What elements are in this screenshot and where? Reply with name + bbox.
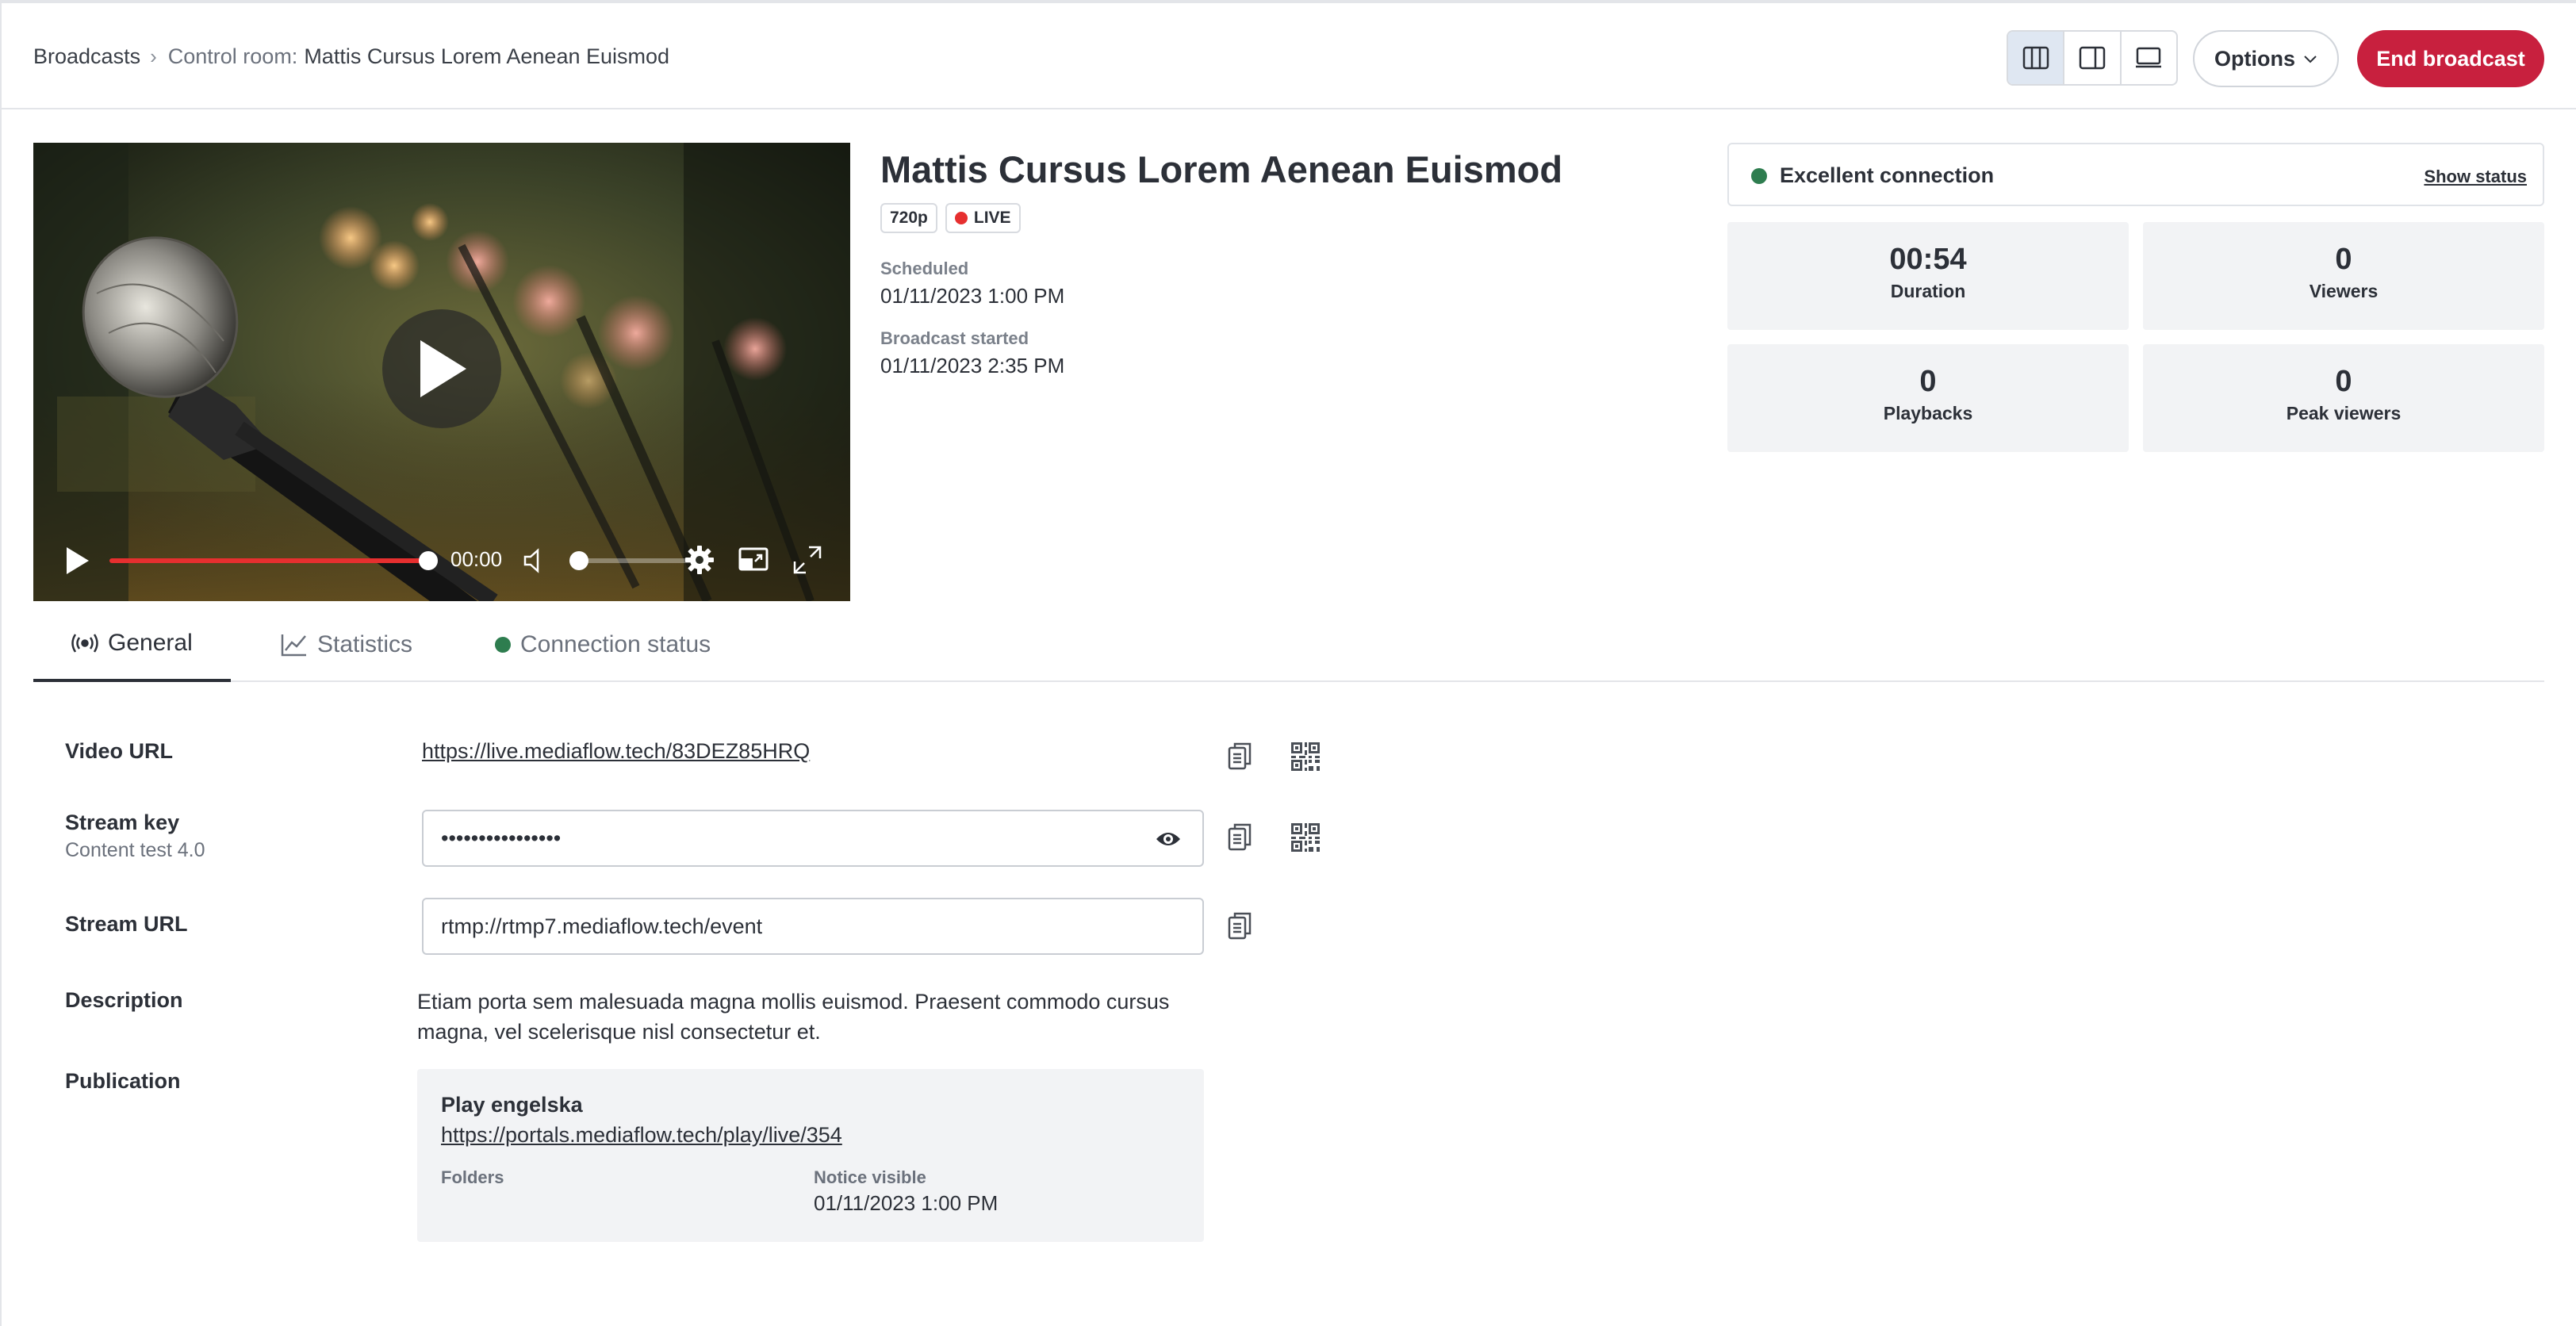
stat-card-playbacks: 0 Playbacks bbox=[1727, 344, 2129, 452]
started-label: Broadcast started bbox=[880, 328, 1029, 348]
scheduled-label: Scheduled bbox=[880, 259, 969, 278]
scheduled-value: 01/11/2023 1:00 PM bbox=[880, 284, 1065, 308]
notice-visible-value: 01/11/2023 1:00 PM bbox=[814, 1191, 999, 1215]
playback-time: 00:00 bbox=[450, 547, 503, 571]
show-status-link[interactable]: Show status bbox=[2424, 167, 2527, 187]
end-broadcast-button[interactable]: End broadcast bbox=[2357, 30, 2544, 87]
copy-stream-url-button[interactable] bbox=[1223, 909, 1258, 944]
breadcrumb-prefix: Control room: bbox=[167, 44, 298, 68]
stat-label: Playbacks bbox=[1883, 403, 1973, 423]
stat-label: Peak viewers bbox=[2286, 403, 2402, 423]
badge-row: 720p LIVE bbox=[880, 203, 1021, 233]
tab-statistics[interactable]: Statistics bbox=[263, 607, 430, 682]
quality-badge: 720p bbox=[880, 203, 937, 233]
stat-label: Duration bbox=[1890, 281, 1966, 301]
publication-link[interactable]: https://portals.mediaflow.tech/play/live… bbox=[441, 1123, 842, 1148]
stream-url-label: Stream URL bbox=[65, 912, 188, 936]
mute-icon[interactable] bbox=[522, 547, 546, 574]
tab-label: General bbox=[108, 630, 193, 656]
stream-key-field[interactable]: •••••••••••••••• bbox=[422, 810, 1204, 867]
monitor-view-button[interactable] bbox=[2122, 32, 2176, 84]
copy-icon bbox=[1228, 912, 1252, 940]
layout-toggle-group bbox=[2007, 30, 2178, 86]
folders-label: Folders bbox=[441, 1167, 504, 1187]
qr-video-url-button[interactable] bbox=[1288, 739, 1323, 774]
qr-stream-key-button[interactable] bbox=[1288, 820, 1323, 855]
monitor-view-icon bbox=[2136, 47, 2162, 68]
columns-view-button[interactable] bbox=[2008, 32, 2065, 84]
breadcrumb-current: Mattis Cursus Lorem Aenean Euismod bbox=[304, 44, 670, 68]
copy-stream-key-button[interactable] bbox=[1223, 820, 1258, 855]
copy-icon bbox=[1228, 823, 1252, 851]
stat-value: 0 bbox=[2335, 243, 2352, 276]
connection-status-text: Excellent connection bbox=[1780, 163, 1995, 187]
tab-connection-status[interactable]: Connection status bbox=[477, 607, 728, 682]
stream-url-value: rtmp://rtmp7.mediaflow.tech/event bbox=[441, 914, 763, 938]
started-value: 01/11/2023 2:35 PM bbox=[880, 354, 1065, 377]
breadcrumb-broadcasts-link[interactable]: Broadcasts bbox=[33, 44, 140, 69]
description-text: Etiam porta sem malesuada magna mollis e… bbox=[417, 990, 1170, 1044]
video-player[interactable]: 00:00 bbox=[33, 143, 850, 601]
options-dropdown-button[interactable]: Options bbox=[2193, 30, 2339, 87]
chevron-down-icon bbox=[2304, 56, 2317, 63]
breadcrumb: Broadcasts › Control room: Mattis Cursus… bbox=[33, 44, 669, 69]
stat-label: Viewers bbox=[2309, 281, 2379, 301]
chevron-right-icon: › bbox=[150, 44, 157, 68]
settings-gear-icon[interactable] bbox=[684, 544, 715, 576]
stat-card-duration: 00:54 Duration bbox=[1727, 222, 2129, 330]
fullscreen-icon[interactable] bbox=[792, 544, 823, 576]
sidebar-view-button[interactable] bbox=[2064, 32, 2122, 84]
stat-value: 0 bbox=[2335, 365, 2352, 398]
video-url-label: Video URL bbox=[65, 739, 174, 763]
publication-title: Play engelska bbox=[441, 1093, 583, 1117]
broadcast-title: Mattis Cursus Lorem Aenean Euismod bbox=[880, 148, 1563, 190]
stat-card-viewers: 0 Viewers bbox=[2143, 222, 2544, 330]
stream-key-value: •••••••••••••••• bbox=[441, 826, 562, 850]
stat-value: 00:54 bbox=[1889, 243, 1967, 276]
tab-bar: General Statistics Connection status bbox=[33, 607, 2544, 682]
stat-card-peak-viewers: 0 Peak viewers bbox=[2143, 344, 2544, 452]
progress-bar[interactable] bbox=[109, 558, 428, 563]
status-dot-icon bbox=[495, 637, 511, 653]
tab-label: Statistics bbox=[317, 631, 413, 657]
top-header: Broadcasts › Control room: Mattis Cursus… bbox=[0, 3, 2576, 109]
connection-status-box: Excellent connection Show status bbox=[1727, 143, 2544, 206]
play-control-icon[interactable] bbox=[63, 546, 90, 576]
tab-label: Connection status bbox=[520, 631, 711, 657]
volume-handle[interactable] bbox=[569, 551, 588, 570]
qr-code-icon bbox=[1291, 823, 1320, 852]
stream-key-sublabel: Content test 4.0 bbox=[65, 839, 205, 861]
video-url-link[interactable]: https://live.mediaflow.tech/83DEZ85HRQ bbox=[422, 739, 810, 764]
publication-card: Play engelska https://portals.mediaflow.… bbox=[417, 1069, 1204, 1242]
live-dot-icon bbox=[954, 212, 968, 224]
big-play-button[interactable] bbox=[382, 309, 501, 428]
eye-icon[interactable] bbox=[1155, 829, 1182, 849]
columns-view-icon bbox=[2022, 46, 2049, 70]
copy-icon bbox=[1228, 742, 1252, 770]
volume-slider[interactable] bbox=[574, 558, 695, 563]
stream-key-label: Stream key bbox=[65, 811, 180, 834]
progress-handle[interactable] bbox=[419, 551, 438, 570]
notice-visible-label: Notice visible bbox=[814, 1167, 926, 1187]
picture-in-picture-icon[interactable] bbox=[738, 546, 769, 574]
broadcast-icon bbox=[71, 634, 98, 653]
live-badge: LIVE bbox=[945, 203, 1021, 233]
options-label: Options bbox=[2214, 46, 2295, 71]
qr-code-icon bbox=[1291, 742, 1320, 771]
play-icon bbox=[420, 340, 466, 397]
status-dot-icon bbox=[1751, 168, 1767, 184]
sidebar-view-icon bbox=[2079, 46, 2106, 70]
copy-video-url-button[interactable] bbox=[1223, 739, 1258, 774]
description-label: Description bbox=[65, 988, 183, 1012]
chart-icon bbox=[281, 634, 306, 657]
live-label: LIVE bbox=[973, 209, 1011, 227]
publication-label: Publication bbox=[65, 1069, 181, 1093]
stream-url-field[interactable]: rtmp://rtmp7.mediaflow.tech/event bbox=[422, 898, 1204, 955]
stat-value: 0 bbox=[1919, 365, 1937, 398]
tab-general[interactable]: General bbox=[33, 607, 231, 682]
